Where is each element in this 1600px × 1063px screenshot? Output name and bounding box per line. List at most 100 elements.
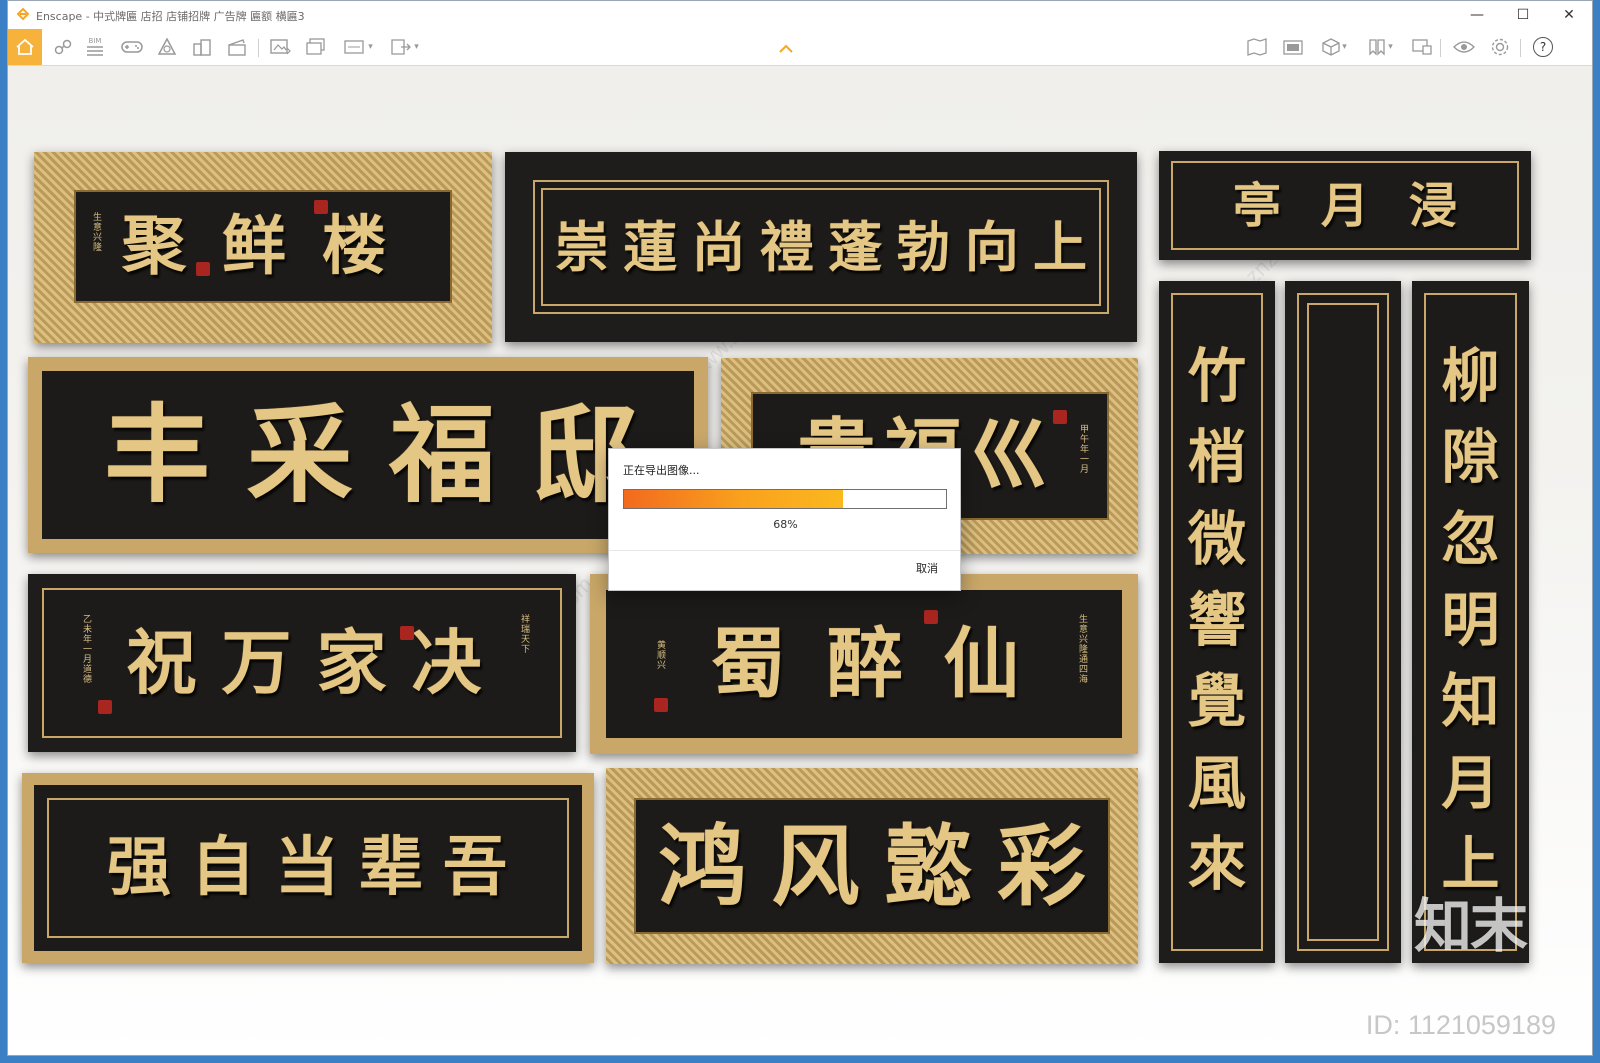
- camera-view-button[interactable]: [1280, 33, 1306, 61]
- batch-render-icon: [306, 38, 325, 55]
- bim-label: BIM: [88, 37, 102, 45]
- sign-inner-panel: 聚 鲜 楼 生意兴隆: [74, 190, 452, 303]
- couplet-char: 響: [1187, 585, 1246, 654]
- toolbar-separator: [1520, 39, 1521, 57]
- chevron-down-icon: ▾: [368, 42, 373, 52]
- sign-characters: 亭 月 浸: [1213, 163, 1477, 248]
- link-button[interactable]: [50, 33, 76, 61]
- toolbar: BIM ▾ ▾ ▾ ▾ ?: [8, 29, 1592, 66]
- help-icon: ?: [1533, 37, 1553, 57]
- seal-stamp: [654, 698, 668, 712]
- sign-characters: 聚 鲜 楼: [104, 192, 404, 301]
- sign-char: 亭: [1232, 177, 1281, 234]
- gamepad-icon: [121, 41, 143, 53]
- video-editor-button[interactable]: [224, 33, 250, 61]
- gamepad-button[interactable]: [118, 33, 146, 61]
- panorama-button[interactable]: ▾: [338, 33, 378, 61]
- sign-inner-panel: 亭 月 浸: [1171, 161, 1519, 250]
- sign-inscription: 生意兴隆通四海: [1077, 614, 1087, 684]
- close-button[interactable]: ✕: [1546, 1, 1592, 29]
- panorama-icon: [344, 40, 364, 54]
- minimize-icon: —: [1470, 7, 1484, 23]
- toolbar-separator: [1440, 39, 1441, 57]
- home-icon: [16, 38, 34, 55]
- seal-stamp: [196, 262, 210, 276]
- progress-bar: [623, 489, 947, 509]
- sign-char: 楼: [322, 208, 386, 284]
- cancel-button[interactable]: 取消: [916, 560, 938, 576]
- sign-characters: 强 自 当 辈 吾: [97, 788, 517, 948]
- couplet-char: 月: [1441, 748, 1500, 817]
- watermark-id: ID: 1121059189: [1365, 1010, 1556, 1040]
- progress-percent: 68%: [773, 518, 798, 531]
- sign-inner-panel: 蜀 醉 仙 黄顺兴 生意兴隆通四海: [606, 590, 1122, 738]
- sign-characters: 鸿 风 懿 彩: [646, 800, 1098, 932]
- screenshot-button[interactable]: [266, 33, 294, 61]
- sign-shu-zui-xian: 蜀 醉 仙 黄顺兴 生意兴隆通四海: [590, 574, 1138, 754]
- maximize-button[interactable]: ☐: [1500, 1, 1546, 29]
- bookmarks-button[interactable]: ▾: [1360, 33, 1400, 61]
- settings-button[interactable]: [1486, 33, 1514, 61]
- screenshot-icon: [270, 39, 291, 55]
- sign-char: 上: [1032, 215, 1087, 279]
- couplet-inner-panel: 柳 隙 忽 明 知 月 上: [1424, 293, 1517, 951]
- window-title: Enscape - 中式牌匾 店招 店铺招牌 广告牌 匾额 横匾3: [36, 10, 305, 23]
- sign-char: 蓮: [623, 215, 678, 279]
- sign-char: 蓬: [828, 215, 883, 279]
- chevron-down-icon: ▾: [1388, 42, 1393, 52]
- sign-char: 采: [246, 392, 353, 517]
- sign-char: 懿: [884, 814, 973, 918]
- sun-map-button[interactable]: [1244, 33, 1270, 61]
- sign-char: 丰: [104, 392, 211, 517]
- export-button[interactable]: ▾: [384, 33, 424, 61]
- settings-icon: [1491, 38, 1509, 56]
- couplet-char: 梢: [1187, 423, 1246, 492]
- seal-stamp: [924, 610, 938, 624]
- sign-char: 月: [1320, 177, 1369, 234]
- sign-char: 浸: [1408, 177, 1457, 234]
- sign-characters: 丰 采 福 邸: [86, 375, 656, 535]
- sign-characters: 蜀 醉 仙: [690, 594, 1040, 734]
- couplet-char: 柳: [1441, 341, 1500, 410]
- sign-characters: 崇 蓮 尚 禮 蓬 勃 向 上: [555, 182, 1087, 312]
- sign-inner-panel: 祝 万 家 决 乙未年一月道德 祥瑞天下: [42, 588, 562, 738]
- couplet-right: 柳 隙 忽 明 知 月 上: [1412, 281, 1529, 963]
- sign-char: 辈: [359, 830, 423, 905]
- asset-library-button[interactable]: [154, 33, 180, 61]
- dialog-divider: [609, 550, 960, 551]
- sign-feng-cai-fu-di: 丰 采 福 邸: [28, 357, 708, 553]
- render-viewport[interactable]: www.znzmo.com www.znzmo.com www.znzmo.co…: [8, 66, 1592, 1055]
- help-button[interactable]: ?: [1528, 33, 1558, 61]
- collapse-toolbar-icon[interactable]: [776, 42, 796, 56]
- sign-inscription: 黄顺兴: [655, 640, 665, 670]
- sign-char: 强: [107, 830, 171, 905]
- sign-inner-panel: 强 自 当 辈 吾: [34, 785, 582, 951]
- sign-inner-panel: 丰 采 福 邸: [42, 371, 694, 539]
- sun-map-icon: [1247, 38, 1267, 56]
- shield-view-icon: [1412, 39, 1432, 55]
- safe-frame-button[interactable]: [1408, 33, 1436, 61]
- sign-chong-lian-shang-li: 崇 蓮 尚 禮 蓬 勃 向 上: [505, 152, 1137, 342]
- seal-stamp: [98, 700, 112, 714]
- bim-button[interactable]: BIM: [82, 33, 108, 61]
- sign-inscription: 祥瑞天下: [519, 614, 529, 654]
- sign-char: 仙: [943, 619, 1020, 708]
- title-bar: Enscape - 中式牌匾 店招 店铺招牌 广告牌 匾额 横匾3 — ☐ ✕: [8, 1, 1592, 29]
- export-progress-dialog: 正在导出图像... 68% 取消: [608, 448, 961, 591]
- building-button[interactable]: [189, 33, 215, 61]
- sign-ting-yue-jin: 亭 月 浸: [1159, 151, 1531, 260]
- batch-render-button[interactable]: [302, 33, 330, 61]
- sign-char: 禮: [759, 215, 814, 279]
- chevron-down-icon: ▾: [1342, 42, 1347, 52]
- visibility-button[interactable]: [1450, 33, 1478, 61]
- home-button[interactable]: [8, 29, 42, 65]
- sign-char: 醉: [826, 619, 903, 708]
- couplet-characters: 柳 隙 忽 明 知 月 上: [1426, 335, 1515, 905]
- view-mode-button[interactable]: ▾: [1314, 33, 1354, 61]
- maximize-icon: ☐: [1516, 7, 1530, 23]
- enscape-logo-icon: [16, 7, 30, 21]
- couplet-char: 明: [1441, 585, 1500, 654]
- minimize-button[interactable]: —: [1454, 1, 1500, 29]
- sign-char: 祝: [126, 621, 197, 704]
- sign-inscription: 甲午年一月: [1078, 424, 1088, 474]
